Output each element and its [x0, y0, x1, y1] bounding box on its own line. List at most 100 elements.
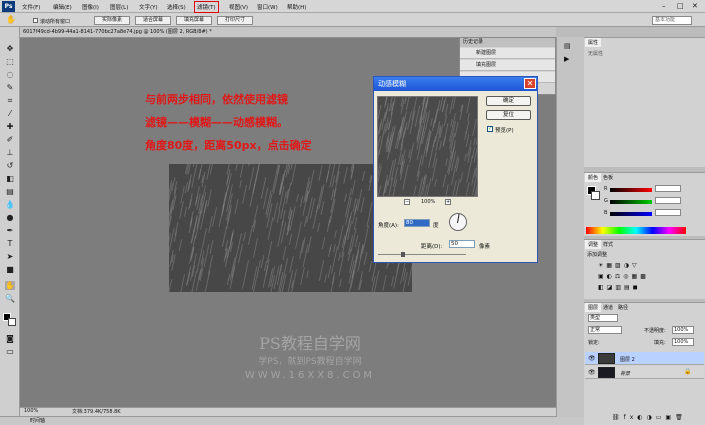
history-item[interactable]: 新建图层: [460, 48, 555, 59]
menu-image[interactable]: 图像(I): [82, 3, 99, 11]
adjustment-icons-row-2[interactable]: ▣◐⚖◎▦▩: [598, 273, 649, 280]
menu-file[interactable]: 文件(F): [22, 3, 40, 11]
b-slider[interactable]: [610, 212, 652, 216]
fill-screen-button[interactable]: 填充屏幕: [176, 16, 212, 25]
layer-kind-filter[interactable]: 类型: [588, 314, 618, 322]
lasso-tool-icon[interactable]: ◌: [5, 70, 15, 79]
rain-streak: [407, 262, 412, 286]
actions-panel-icon[interactable]: ▶: [564, 55, 569, 63]
visibility-eye-icon[interactable]: 👁: [588, 369, 596, 376]
opacity-field[interactable]: 100%: [672, 326, 694, 334]
type-tool-icon[interactable]: T: [5, 239, 15, 248]
rain-streak: [202, 228, 207, 247]
adjustment-icons-row-3[interactable]: ◧◪▥▤◼: [598, 284, 641, 291]
hand-tool-icon-active[interactable]: ✋: [5, 281, 15, 290]
channels-tab[interactable]: 通道: [600, 303, 616, 312]
color-tab[interactable]: 颜色: [585, 173, 602, 182]
workspace-select[interactable]: 基本功能: [652, 16, 692, 25]
brush-tool-icon[interactable]: ✐: [5, 135, 15, 144]
adjustments-tab[interactable]: 调整: [585, 240, 602, 249]
adjustment-icons-row-1[interactable]: ☀▦▨◑▽: [598, 262, 640, 269]
distance-input[interactable]: 50: [449, 240, 475, 248]
shape-tool-icon[interactable]: ■: [5, 265, 15, 274]
menu-window[interactable]: 窗口(W): [257, 3, 278, 11]
menu-help[interactable]: 帮助(H): [287, 3, 306, 11]
reset-button[interactable]: 复位: [486, 110, 531, 120]
dialog-close-icon[interactable]: ✕: [524, 78, 536, 89]
watermark-url: WWW.16XX8.COM: [244, 370, 376, 381]
pen-tool-icon[interactable]: ✒: [5, 226, 15, 235]
fill-label: 填充:: [654, 340, 666, 346]
blur-preview[interactable]: [377, 96, 478, 197]
r-slider[interactable]: [610, 188, 652, 192]
bg-color-icon[interactable]: [591, 191, 600, 200]
screen-mode-icon[interactable]: ▭: [5, 347, 15, 356]
close-icon[interactable]: ✕: [692, 2, 698, 10]
history-item[interactable]: 填充图层: [460, 60, 555, 71]
quick-select-tool-icon[interactable]: ✎: [5, 83, 15, 92]
layers-tab[interactable]: 图层: [585, 303, 602, 312]
clone-stamp-icon[interactable]: ⊥: [5, 148, 15, 157]
dodge-tool-icon[interactable]: ●: [5, 213, 15, 222]
zoom-level[interactable]: 100%: [24, 408, 38, 414]
dialog-title: 动感模糊: [374, 77, 537, 91]
scroll-all-checkbox[interactable]: [33, 18, 38, 23]
maximize-icon[interactable]: □: [677, 2, 684, 10]
distance-slider-handle[interactable]: [401, 252, 405, 257]
paths-tab[interactable]: 路径: [615, 303, 631, 312]
hand-tool-icon[interactable]: ✋: [6, 15, 16, 24]
rain-streak: [255, 164, 260, 181]
menu-view[interactable]: 视图(V): [229, 3, 248, 11]
zoom-tool-icon[interactable]: 🔍: [5, 294, 15, 303]
preview-label: 预览(P): [495, 128, 514, 134]
blur-tool-icon[interactable]: 💧: [5, 200, 15, 209]
menu-layer[interactable]: 图层(L): [110, 3, 128, 11]
eraser-tool-icon[interactable]: ◧: [5, 174, 15, 183]
path-select-icon[interactable]: ➤: [5, 252, 15, 261]
quick-mask-icon[interactable]: ◙: [5, 334, 15, 343]
rain-streak: [169, 279, 173, 292]
angle-input[interactable]: 80: [404, 219, 430, 227]
layer-name[interactable]: 背景: [620, 370, 630, 377]
layer-actions-row[interactable]: ⛓fx◐◑▭▣🗑: [612, 414, 687, 421]
history-brush-icon[interactable]: ↺: [5, 161, 15, 170]
menu-filter[interactable]: 滤镜(T): [194, 1, 219, 13]
menu-edit[interactable]: 编辑(E): [53, 3, 72, 11]
menu-select[interactable]: 选择(S): [167, 3, 186, 11]
actual-pixels-button[interactable]: 实际像素: [94, 16, 130, 25]
rain-streak: [189, 198, 192, 209]
fit-screen-button[interactable]: 适合屏幕: [135, 16, 171, 25]
b-value-field[interactable]: [655, 209, 681, 216]
menu-type[interactable]: 文字(Y): [139, 3, 158, 11]
r-value-field[interactable]: [655, 185, 681, 192]
ok-button[interactable]: 确定: [486, 96, 531, 106]
rain-streak: [378, 105, 382, 119]
crop-tool-icon[interactable]: ⌗: [5, 96, 15, 105]
eyedropper-tool-icon[interactable]: ⁄: [5, 109, 15, 118]
properties-tab[interactable]: 属性: [585, 38, 602, 47]
background-color-swatch[interactable]: [8, 318, 16, 326]
g-slider[interactable]: [610, 200, 652, 204]
rain-streak: [378, 185, 382, 196]
styles-tab[interactable]: 样式: [600, 240, 616, 249]
move-tool-icon[interactable]: ✥: [5, 44, 15, 53]
history-panel-icon[interactable]: ▤: [564, 42, 571, 50]
fill-field[interactable]: 100%: [672, 338, 694, 346]
minimize-icon[interactable]: –: [662, 2, 666, 10]
g-value-field[interactable]: [655, 197, 681, 204]
visibility-eye-icon[interactable]: 👁: [588, 355, 596, 362]
preview-checkbox[interactable]: ✓: [487, 126, 493, 132]
history-tab[interactable]: 历史记录: [460, 38, 555, 47]
color-spectrum[interactable]: [586, 227, 686, 234]
zoom-in-icon[interactable]: +: [445, 199, 451, 205]
healing-brush-icon[interactable]: ✚: [5, 122, 15, 131]
blend-mode-select[interactable]: 正常: [588, 326, 622, 334]
gradient-tool-icon[interactable]: ▤: [5, 187, 15, 196]
timeline-tab[interactable]: 时间轴: [30, 417, 45, 424]
zoom-out-icon[interactable]: −: [404, 199, 410, 205]
distance-slider[interactable]: [378, 254, 466, 255]
swatches-tab[interactable]: 色板: [600, 173, 616, 182]
print-size-button[interactable]: 打印尺寸: [217, 16, 253, 25]
marquee-tool-icon[interactable]: ⬚: [5, 57, 15, 66]
layer-name[interactable]: 图层 2: [620, 356, 635, 363]
